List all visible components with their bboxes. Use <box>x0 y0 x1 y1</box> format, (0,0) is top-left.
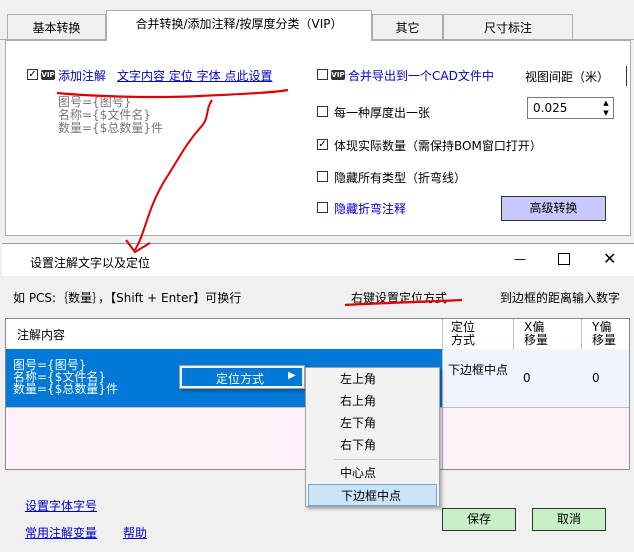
tab-merge-vip[interactable]: 合并转换/添加注释/按厚度分类（VIP） <box>106 10 372 41</box>
red-annotation-overlay <box>56 88 463 307</box>
underline-stroke <box>56 88 289 99</box>
hint-underline-stroke <box>344 298 463 307</box>
arrow-stroke <box>134 99 213 251</box>
